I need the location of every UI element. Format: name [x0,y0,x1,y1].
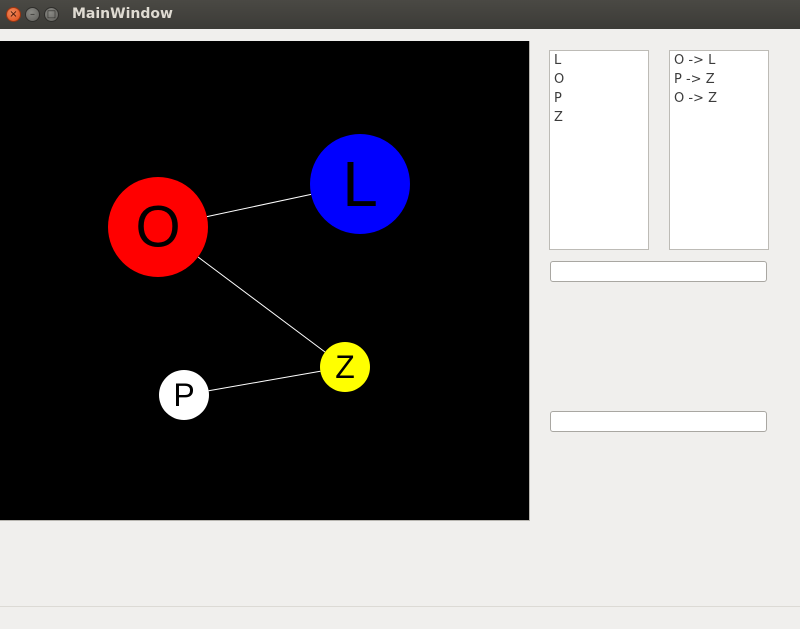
close-window-button[interactable]: × [6,7,21,22]
graph-edge-p-z[interactable] [208,370,321,392]
graph-node-z[interactable]: Z [320,342,370,392]
node-input[interactable] [550,261,767,282]
edge-list-item[interactable]: O -> L [670,51,768,70]
close-icon: × [9,8,18,20]
graph-edge-o-z[interactable] [197,256,326,353]
graph-node-o[interactable]: O [108,177,208,277]
graph-edge-o-l[interactable] [206,193,312,218]
minimize-icon: – [30,8,35,20]
graph-node-label: L [342,148,378,220]
node-list-item[interactable]: O [550,70,648,89]
minimize-window-button[interactable]: – [25,7,40,22]
status-bar [0,606,800,629]
node-list-item[interactable]: Z [550,108,648,127]
graph-canvas[interactable]: O L P Z [0,41,530,521]
maximize-icon: □ [46,8,57,20]
node-list[interactable]: LOPZ [549,50,649,250]
edge-list-item[interactable]: P -> Z [670,70,768,89]
node-list-item[interactable]: L [550,51,648,70]
graph-node-label: Z [335,349,355,385]
node-list-item[interactable]: P [550,89,648,108]
graph-node-label: O [135,195,180,260]
edge-input[interactable] [550,411,767,432]
graph-node-p[interactable]: P [159,370,209,420]
title-bar: × – □ MainWindow [0,0,800,29]
maximize-window-button[interactable]: □ [44,7,59,22]
graph-drawing[interactable]: O L P Z [0,41,529,520]
graph-node-l[interactable]: L [310,134,410,234]
edge-list[interactable]: O -> LP -> ZO -> Z [669,50,769,250]
graph-node-label: P [173,377,194,413]
edge-list-item[interactable]: O -> Z [670,89,768,108]
window-title: MainWindow [72,6,173,22]
